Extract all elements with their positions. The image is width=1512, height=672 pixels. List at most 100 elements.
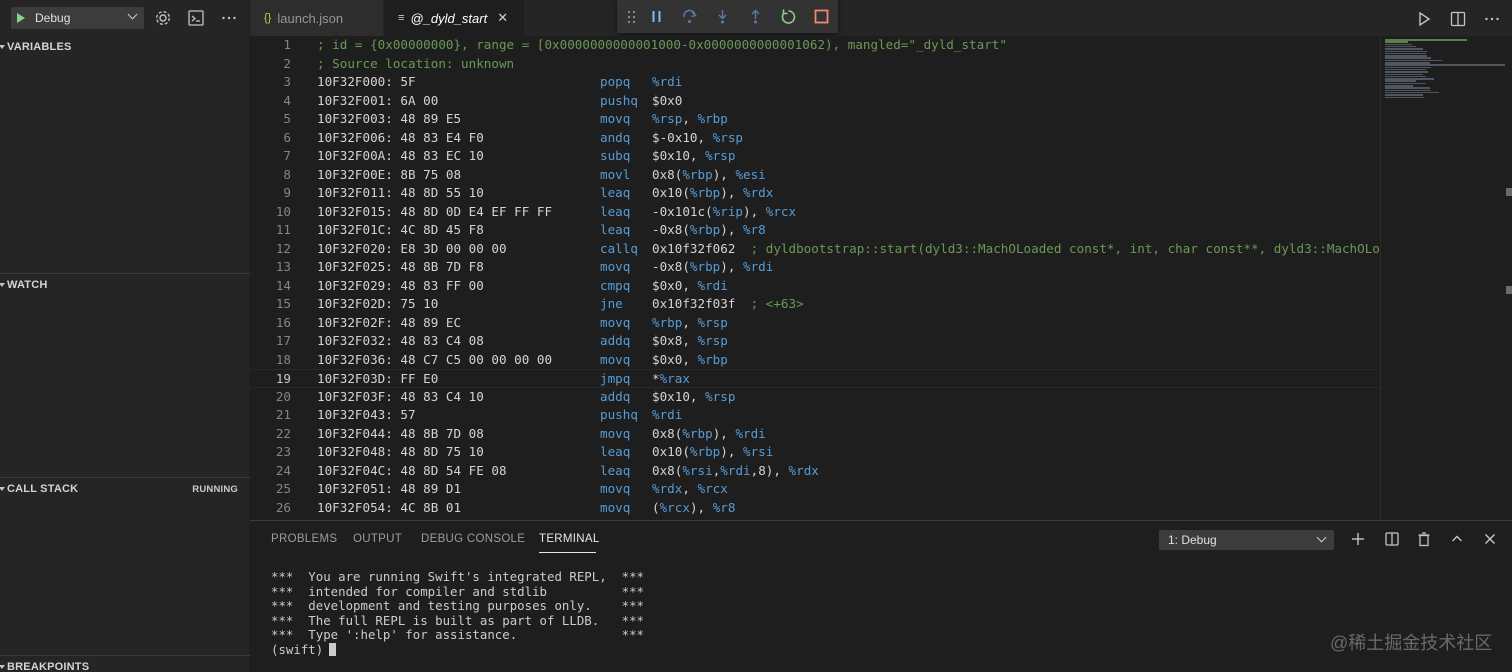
tab-dyld-start[interactable]: ≡ @_dyld_start ✕ [384, 0, 524, 36]
register: %rcx [697, 481, 728, 496]
code-line[interactable]: 14 10F32F029: 48 83 FF 00 cmpq $0x0, %rdi [250, 277, 1380, 296]
instruction-address: 10F32F015: 48 8D 0D E4 EF FF FF [317, 203, 553, 219]
register: %rbp [689, 185, 721, 200]
debug-config-select[interactable]: Debug [11, 7, 144, 29]
instruction-address: 10F32F032: 48 83 C4 08 [317, 333, 484, 348]
code-line[interactable]: 24 10F32F04C: 48 8D 54 FE 08 leaq 0x8(%rsi,… [250, 462, 1380, 481]
terminal-output[interactable]: *** You are running Swift's integrated R… [271, 569, 644, 658]
code-comment: ; id = {0x00000000}, range = [0x00000000… [317, 37, 1007, 52]
code-line[interactable]: 11 10F32F01C: 4C 8D 45 F8 leaq -0x8(%rbp), … [250, 221, 1380, 240]
tab-problems[interactable]: PROBLEMS [271, 533, 337, 545]
tab-output[interactable]: OUTPUT [353, 533, 402, 545]
tab-debug-console[interactable]: DEBUG CONSOLE [421, 533, 525, 545]
code-line[interactable]: 8 10F32F00E: 8B 75 08 movl 0x8(%rbp), %esi [250, 166, 1380, 185]
code-line[interactable]: 17 10F32F032: 48 83 C4 08 addq $0x8, %rsp [250, 332, 1380, 351]
close-icon[interactable]: ✕ [497, 10, 508, 26]
plus-icon[interactable] [1350, 531, 1366, 547]
register: %rsp [712, 129, 744, 145]
operand-text: ), [712, 166, 736, 182]
instruction-operands: 0x8(%rbp), %esi [652, 166, 766, 185]
minimap-line [1385, 80, 1416, 82]
step-into-icon[interactable] [714, 8, 731, 25]
minimap-line [1385, 52, 1427, 55]
code-line[interactable]: 9 10F32F011: 48 8D 55 10 leaq 0x10(%rbp), %… [250, 184, 1380, 203]
trash-icon[interactable] [1416, 531, 1432, 547]
open-repl-icon[interactable] [187, 9, 205, 27]
code-line[interactable]: 13 10F32F025: 48 8B 7D F8 movq -0x8(%rbp), … [250, 258, 1380, 277]
register: %rbp [652, 314, 683, 330]
register: %esi [735, 166, 766, 182]
disassembly-editor[interactable]: 1 ; id = {0x00000000}, range = [0x0000000… [250, 36, 1380, 520]
stop-icon[interactable] [813, 8, 830, 25]
debug-sidebar: Debug VARIABLES WATCH CALL STACK RUNNING… [0, 0, 250, 672]
gear-icon[interactable] [154, 9, 172, 27]
call-stack-section-header[interactable]: CALL STACK RUNNING [0, 478, 250, 500]
line-number: 4 [283, 92, 291, 108]
register: %rbp [689, 259, 721, 274]
operand-text: $0x0, [652, 351, 698, 367]
instruction-address: 10F32F011: 48 8D 55 10 [317, 185, 484, 200]
operand-text: ), [720, 222, 744, 237]
code-line[interactable]: 7 10F32F00A: 48 83 EC 10 subq $0x10, %rsp [250, 147, 1380, 166]
run-icon[interactable] [1415, 10, 1433, 28]
tab-launch-json[interactable]: {} launch.json [250, 0, 383, 36]
step-out-icon[interactable] [747, 8, 764, 25]
minimap-line [1385, 96, 1424, 98]
instruction-mnemonic: movq [600, 425, 631, 441]
minimap-line [1385, 73, 1423, 75]
start-debugging-icon[interactable] [17, 13, 25, 23]
code-line[interactable]: 12 10F32F020: E8 3D 00 00 00 callq 0x10f32f… [250, 240, 1380, 259]
minimap-line [1385, 75, 1426, 78]
code-line[interactable]: 10 10F32F015: 48 8D 0D E4 EF FF FF leaq -0x… [250, 203, 1380, 222]
watch-section-header[interactable]: WATCH [0, 274, 250, 296]
minimap-line [1385, 45, 1416, 48]
close-icon[interactable] [1482, 531, 1498, 547]
operand-text: -0x8( [652, 222, 690, 237]
code-line[interactable]: 4 10F32F001: 6A 00 pushq $0x0 [250, 92, 1380, 111]
operand-text: -0x101c( [652, 203, 713, 219]
split-editor-icon[interactable] [1449, 10, 1467, 28]
code-line[interactable]: 6 10F32F006: 48 83 E4 F0 andq $-0x10, %rsp [250, 129, 1380, 148]
register: %rsp [652, 111, 683, 126]
more-actions-icon[interactable] [220, 9, 238, 27]
code-line[interactable]: 22 10F32F044: 48 8B 7D 08 movq 0x8(%rbp), %… [250, 425, 1380, 444]
tab-label: @_dyld_start [410, 10, 488, 26]
code-line[interactable]: 18 10F32F036: 48 C7 C5 00 00 00 00 movq $0x… [250, 351, 1380, 370]
code-line[interactable]: 25 10F32F051: 48 89 D1 movq %rdx, %rcx [250, 480, 1380, 499]
split-terminal-icon[interactable] [1384, 531, 1400, 547]
code-line[interactable]: 2 ; Source location: unknown [250, 55, 1380, 74]
restart-icon[interactable] [780, 8, 797, 25]
pause-icon[interactable] [648, 8, 665, 25]
debug-toolbar: Debug [0, 0, 250, 36]
breakpoints-section-header[interactable]: BREAKPOINTS [0, 656, 250, 672]
chevron-down-icon[interactable] [127, 9, 138, 20]
code-line[interactable]: 15 10F32F02D: 75 10 jne 0x10f32f03f ; <+63> [250, 295, 1380, 314]
instruction-address: 10F32F03D: FF E0 [317, 371, 439, 386]
code-line[interactable]: 5 10F32F003: 48 89 E5 movq %rsp, %rbp [250, 110, 1380, 129]
code-line[interactable]: 23 10F32F048: 48 8D 75 10 leaq 0x10(%rbp), … [250, 443, 1380, 462]
variables-section-header[interactable]: VARIABLES [0, 36, 250, 58]
code-line[interactable]: 1 ; id = {0x00000000}, range = [0x0000000… [250, 36, 1380, 55]
chevron-up-icon[interactable] [1449, 531, 1465, 547]
instruction-operands: $0x0, %rdi [652, 277, 728, 296]
instruction-operands: %rdx, %rcx [652, 480, 728, 499]
code-line[interactable]: 16 10F32F02F: 48 89 EC movq %rbp, %rsp [250, 314, 1380, 333]
more-actions-icon[interactable] [1483, 10, 1501, 28]
operand-text: 0x8( [652, 425, 683, 441]
drag-handle-icon[interactable] [628, 11, 636, 23]
code-line[interactable]: 21 10F32F043: 57 pushq %rdi [250, 406, 1380, 425]
terminal-prompt-line[interactable]: (swift) [271, 642, 644, 658]
line-number: 6 [283, 129, 291, 145]
step-over-icon[interactable] [681, 8, 698, 25]
tab-terminal[interactable]: TERMINAL [539, 533, 600, 545]
code-line[interactable]: 20 10F32F03F: 48 83 C4 10 addq $0x10, %rsp [250, 388, 1380, 407]
minimap[interactable] [1380, 36, 1512, 520]
instruction-operands: 0x10(%rbp), %rdx [652, 184, 773, 203]
code-line[interactable]: 3 10F32F000: 5F popq %rdi [250, 73, 1380, 92]
register: %rsp [697, 314, 728, 330]
trailing-comment: ; <+63> [750, 296, 804, 311]
operand-text: ), [712, 425, 736, 441]
terminal-select[interactable]: 1: Debug [1159, 530, 1334, 550]
code-line[interactable]: 19 10F32F03D: FF E0 jmpq *%rax [250, 369, 1380, 388]
code-line[interactable]: 26 10F32F054: 4C 8B 01 movq (%rcx), %r8 [250, 499, 1380, 518]
